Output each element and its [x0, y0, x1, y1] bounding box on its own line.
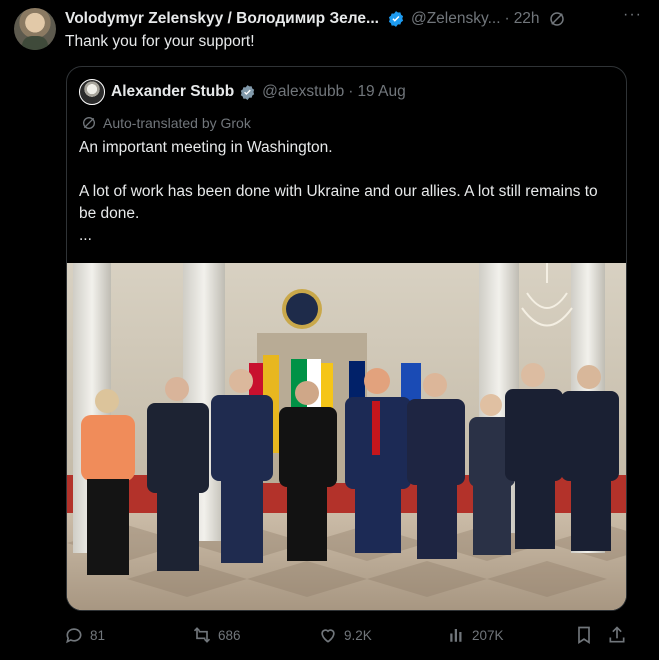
quoted-tweet-header: Alexander Stubb @alexstubb · 19 Aug	[79, 79, 406, 105]
quoted-text-ellipsis: ...	[79, 227, 92, 244]
share-button[interactable]	[607, 624, 633, 646]
quoted-author-avatar[interactable]	[79, 79, 105, 105]
quoted-verified-badge-icon	[241, 84, 255, 100]
views-button[interactable]: 207K	[448, 624, 504, 646]
quoted-header-separator: ·	[348, 83, 354, 100]
author-avatar[interactable]	[14, 8, 56, 50]
header-separator: ·	[504, 10, 510, 27]
views-chart-icon	[450, 629, 462, 642]
quoted-tweet[interactable]: Alexander Stubb @alexstubb · 19 Aug Auto…	[66, 66, 627, 611]
reply-button[interactable]: 81	[64, 624, 105, 646]
quoted-text-line-2: A lot of work has been done with Ukraine…	[79, 183, 598, 222]
group-photo-image	[67, 263, 626, 610]
grok-translate-icon	[83, 117, 95, 129]
share-icon	[609, 626, 625, 643]
quoted-author-handle: @alexstubb	[262, 83, 345, 100]
translation-note[interactable]: Auto-translated by Grok	[81, 115, 251, 131]
repost-icon	[193, 627, 211, 643]
bookmark-button[interactable]	[574, 624, 600, 646]
tweet-actions: 81 686 9.2K 207K	[62, 624, 642, 646]
tweet-header: Volodymyr Zelenskyy / Володимир Зеле... …	[65, 9, 631, 29]
reply-icon	[66, 628, 82, 644]
like-count: 9.2K	[344, 627, 372, 643]
quoted-author-display-name: Alexander Stubb	[111, 83, 235, 100]
tweet[interactable]: Volodymyr Zelenskyy / Володимир Зеле... …	[0, 0, 659, 660]
like-button[interactable]: 9.2K	[318, 624, 372, 646]
tweet-text: Thank you for your support!	[65, 33, 255, 50]
grok-icon[interactable]	[548, 10, 566, 28]
quoted-tweet-date: 19 Aug	[357, 83, 406, 100]
repost-button[interactable]: 686	[192, 624, 241, 646]
repost-count: 686	[218, 627, 241, 643]
reply-count: 81	[90, 627, 106, 643]
tweet-timestamp[interactable]: 22h	[514, 10, 540, 28]
bookmark-icon	[578, 626, 590, 645]
quoted-tweet-text: An important meeting in Washington. A lo…	[79, 137, 619, 247]
quoted-tweet-photo[interactable]	[67, 263, 626, 610]
verified-badge-icon	[388, 11, 404, 27]
author-handle[interactable]: @Zelensky...	[411, 10, 501, 28]
translation-label: Auto-translated by Grok	[103, 115, 251, 131]
author-display-name[interactable]: Volodymyr Zelenskyy / Володимир Зеле...	[65, 10, 379, 28]
heart-icon	[321, 629, 335, 643]
quoted-text-line-1: An important meeting in Washington.	[79, 139, 333, 156]
view-count: 207K	[472, 627, 504, 643]
more-options-icon[interactable]: ···	[623, 6, 641, 24]
